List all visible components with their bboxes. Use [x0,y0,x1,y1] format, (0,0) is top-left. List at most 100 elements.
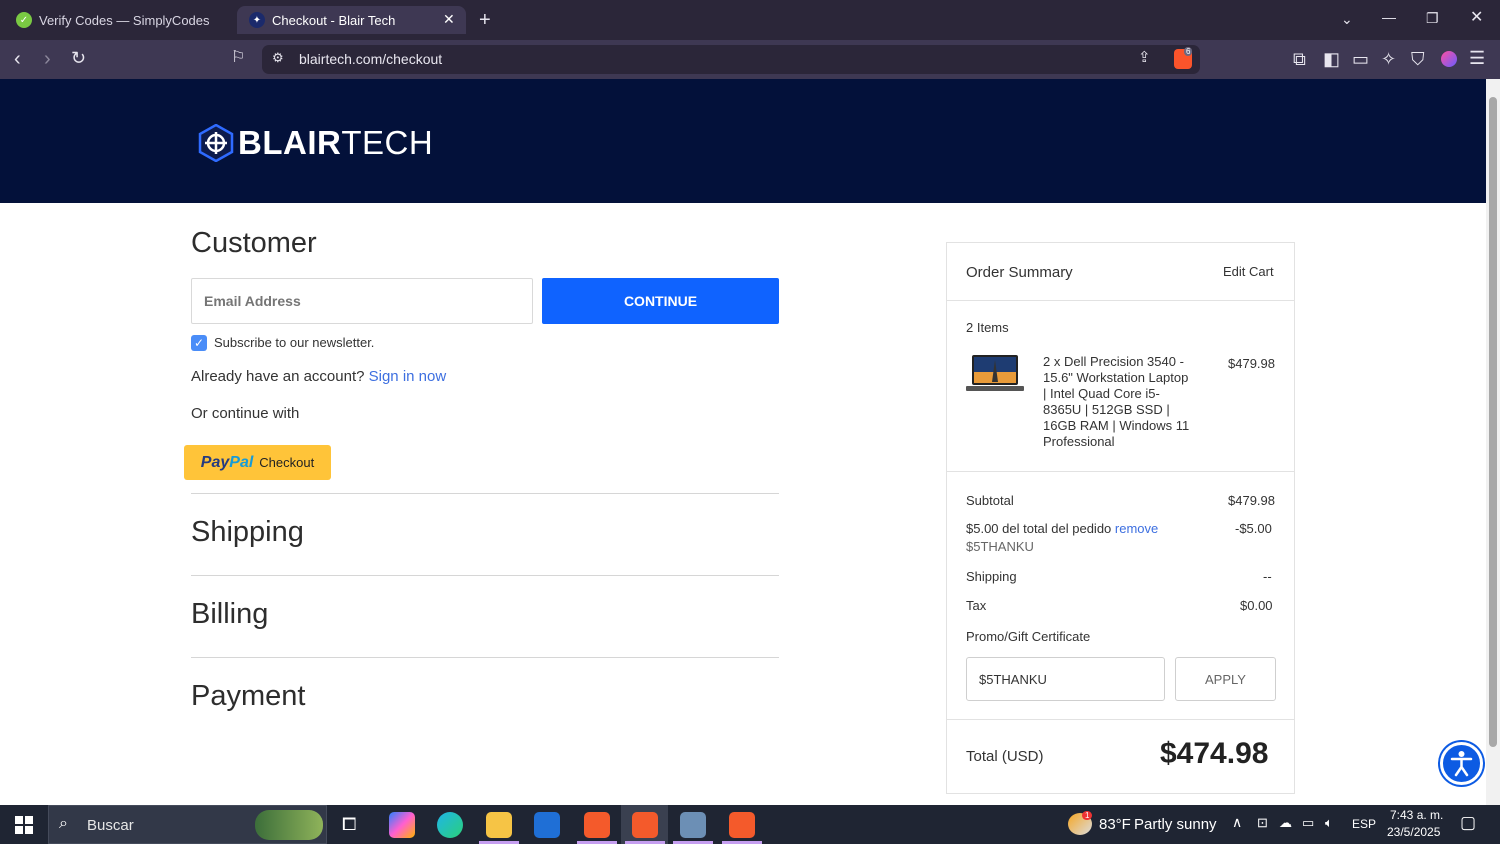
simplycodes-favicon-icon: ✓ [16,12,32,28]
leo-ai-icon[interactable]: ✧ [1381,50,1396,68]
taskbar-search[interactable]: ⌕ Buscar [48,805,327,844]
section-divider [191,575,779,576]
minimize-icon[interactable]: — [1382,10,1396,24]
account-prompt: Already have an account? [191,368,365,385]
file-explorer-icon[interactable] [486,812,512,838]
volume-icon[interactable]: 🔈︎ [1325,815,1333,831]
search-placeholder: Buscar [87,817,134,834]
item-line: 15.6" Workstation Laptop [1043,370,1189,385]
newsletter-checkbox[interactable]: ✓ [191,335,207,351]
copilot-icon[interactable] [389,812,415,838]
brave-icon[interactable] [584,812,610,838]
blairtech-favicon-icon: ✦ [249,12,265,28]
search-highlight-icon [255,810,323,840]
item-line: Professional [1043,434,1115,449]
notifications-icon[interactable]: ▢ [1460,813,1476,833]
meet-now-icon[interactable]: ⊡ [1257,815,1268,831]
blairtech-logo-icon[interactable] [197,124,235,162]
accessibility-widget-button[interactable] [1440,742,1483,785]
back-icon[interactable]: ‹ [14,49,21,69]
logo-thin: TECH [341,124,434,161]
paypal-checkout-button[interactable]: Pay Pal Checkout [184,445,331,480]
profile-icon[interactable] [1441,51,1457,67]
sidebar-icon[interactable]: ◧ [1323,50,1340,68]
item-line: 2 x Dell Precision 3540 - [1043,354,1184,369]
site-logo[interactable]: BLAIRTECH [238,124,433,162]
brave-window-icon[interactable] [729,812,755,838]
tab-title: Checkout - Blair Tech [272,12,396,28]
customer-heading: Customer [191,227,317,259]
paypal-checkout-label: Checkout [259,455,315,470]
weather-temp[interactable]: 83°F [1099,816,1131,833]
or-continue-label: Or continue with [191,405,300,422]
summary-divider [947,300,1294,301]
edge-icon[interactable] [437,812,463,838]
item-line: | Intel Quad Core i5- [1043,386,1160,401]
sign-in-link[interactable]: Sign in now [369,368,447,385]
reload-icon[interactable]: ↻ [71,49,86,67]
summary-divider [947,471,1294,472]
tax-label: Tax [966,598,987,613]
billing-heading: Billing [191,598,269,630]
email-field[interactable] [191,278,533,324]
discount-label: $5.00 del total del pedido [966,521,1112,536]
windows-start-icon[interactable] [15,816,33,834]
order-summary-title: Order Summary [966,264,1073,281]
tab-simplycodes[interactable]: ✓ Verify Codes — SimplyCodes [8,6,233,34]
discount-value: -$5.00 [1235,521,1272,536]
share-icon[interactable]: ⇪ [1138,50,1151,65]
items-count: 2 Items [966,320,1009,335]
control-panel-icon[interactable] [680,812,706,838]
tab-title: Verify Codes — SimplyCodes [39,12,210,28]
network-icon[interactable]: ▭ [1302,815,1314,831]
discount-code: $5THANKU [966,539,1034,554]
logo-bold: BLAIR [238,124,342,161]
clock-time[interactable]: 7:43 a. m. [1390,808,1443,822]
shipping-label: Shipping [966,569,1017,584]
extensions-icon[interactable]: ⧉ [1293,50,1306,68]
vpn-icon[interactable]: ⛉ [1411,50,1425,68]
payment-heading: Payment [191,680,306,712]
promo-code-input[interactable] [966,657,1165,701]
menu-icon[interactable]: ☰ [1469,49,1485,67]
total-value: $474.98 [1160,737,1269,770]
close-tab-icon[interactable]: ✕ [443,11,455,28]
tab-list-chevron-icon[interactable]: ⌄ [1341,12,1353,26]
section-divider [191,493,779,494]
close-window-icon[interactable]: ✕ [1470,10,1483,26]
tax-value: $0.00 [1240,598,1273,613]
new-tab-icon[interactable]: + [479,10,491,30]
bookmark-icon[interactable]: ⚐ [231,50,245,66]
onedrive-icon[interactable]: ☁ [1279,815,1292,831]
continue-button[interactable]: CONTINUE [542,278,779,324]
clock-date[interactable]: 23/5/2025 [1387,825,1440,839]
search-icon: ⌕ [59,815,68,832]
tab-blair-tech[interactable]: ✦ Checkout - Blair Tech ✕ [237,6,466,34]
url-text: blairtech.com/checkout [299,51,443,67]
edit-cart-link[interactable]: Edit Cart [1223,264,1274,279]
paypal-logo-pal: Pal [229,453,254,471]
task-view-icon[interactable]: ⧠ [342,814,356,835]
shipping-heading: Shipping [191,516,304,548]
brave-active-icon[interactable] [632,812,658,838]
browser-tab-bar: ✓ Verify Codes — SimplyCodes ✦ Checkout … [0,0,1500,40]
weather-desc[interactable]: Partly sunny [1134,816,1217,833]
paypal-logo-pay: Pay [200,453,230,471]
item-price: $479.98 [1228,356,1275,371]
address-bar[interactable]: ⚙ blairtech.com/checkout ⇪ 6 [262,45,1200,74]
apply-promo-button[interactable]: APPLY [1175,657,1276,701]
accessibility-icon [1450,751,1473,777]
page-scrollbar[interactable] [1486,79,1500,805]
total-label: Total (USD) [966,748,1044,765]
site-settings-icon[interactable]: ⚙ [272,51,284,64]
newsletter-label: Subscribe to our newsletter. [214,335,375,350]
account-prompt-row: Already have an account? Sign in now [191,368,446,385]
remove-discount-link[interactable]: remove [1115,521,1158,536]
forward-icon[interactable]: › [44,49,51,69]
language-indicator[interactable]: ESP [1352,817,1376,831]
restore-icon[interactable]: ❐ [1426,11,1439,25]
chevron-up-icon[interactable]: ∧ [1232,814,1242,831]
microsoft-store-icon[interactable] [534,812,560,838]
scrollbar-thumb[interactable] [1489,97,1497,747]
wallet-icon[interactable]: ▭ [1352,50,1369,68]
